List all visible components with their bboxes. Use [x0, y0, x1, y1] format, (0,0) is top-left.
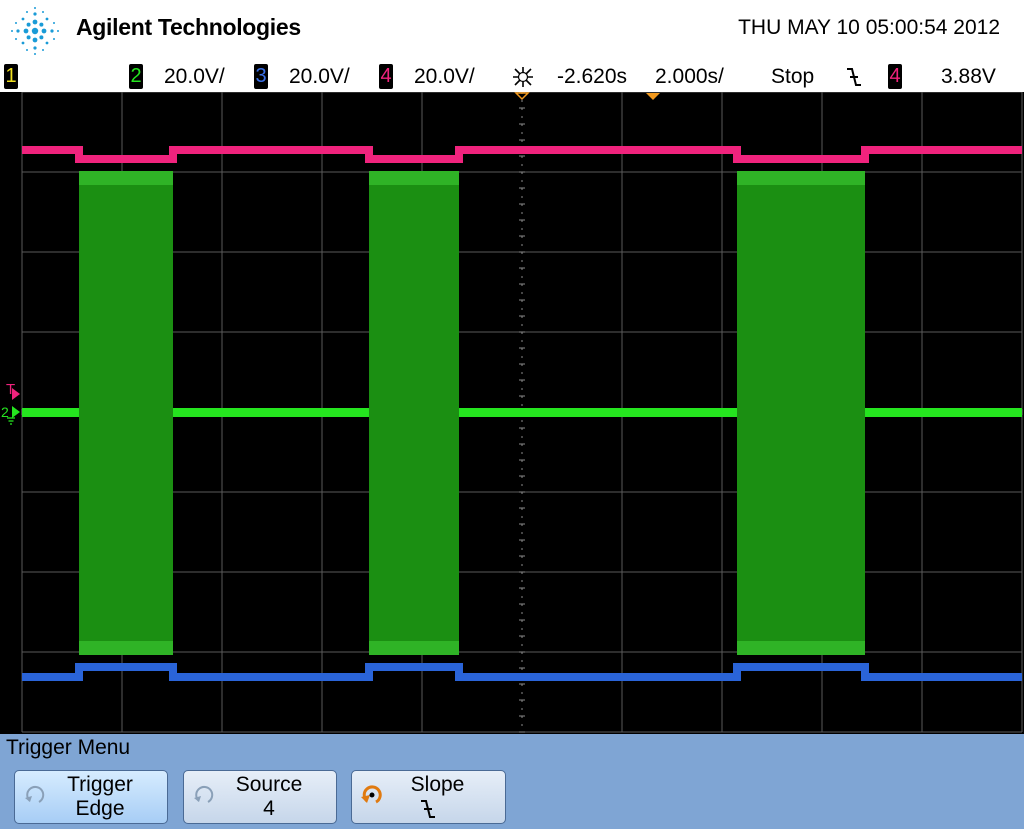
softkey-value: 4 [263, 797, 275, 820]
horizontal-delay: -2.620s [557, 65, 628, 88]
softkey-label: Slope [410, 773, 465, 796]
delay-marker [646, 93, 660, 100]
channel-1-indicator[interactable]: 1 [4, 64, 18, 89]
channel-3-scale: 20.0V/ [289, 65, 350, 88]
trigger-source-indicator: 4 [888, 64, 902, 89]
source-softkey[interactable]: Source 4 [183, 770, 337, 824]
channel-3-indicator[interactable]: 3 [254, 64, 268, 89]
falling-edge-icon [847, 68, 861, 86]
softkey-value: Edge [75, 797, 125, 820]
falling-edge-icon [421, 800, 435, 818]
trigger-level-marker [12, 388, 20, 400]
status-bar: 1 2 20.0V/ 3 20.0V/ 4 20.0V/ -2.620s 2.0… [0, 62, 1024, 92]
softkey-label: Trigger [67, 773, 133, 796]
ch2-burst-3 [737, 171, 865, 655]
ch2-burst-2 [369, 171, 459, 655]
run-state: Stop [771, 65, 815, 88]
channel-2-scale: 20.0V/ [164, 65, 225, 88]
softkey-label: Source [235, 773, 303, 796]
delay-knob-icon [513, 67, 533, 87]
channel-2-indicator[interactable]: 2 [129, 64, 143, 89]
waveform-display[interactable]: T 2 [0, 92, 1024, 734]
softkey-menu: Trigger Menu Trigger Edge Source 4 Slope [0, 734, 1024, 829]
menu-title: Trigger Menu [6, 736, 131, 759]
header: Agilent Technologies THU MAY 10 05:00:54… [0, 0, 1024, 62]
channel-4-scale: 20.0V/ [414, 65, 475, 88]
graticule: T 2 [1, 92, 1023, 733]
timebase-scale: 2.000s/ [655, 65, 724, 88]
trigger-mode-softkey[interactable]: Trigger Edge [14, 770, 168, 824]
trigger-level: 3.88V [941, 65, 996, 88]
channel-4-indicator[interactable]: 4 [379, 64, 393, 89]
ch2-ground-marker [12, 406, 20, 418]
brand-name: Agilent Technologies [76, 14, 301, 40]
date-time: THU MAY 10 05:00:54 2012 [738, 16, 1000, 39]
agilent-spark-logo-icon [11, 7, 59, 55]
slope-softkey[interactable]: Slope [351, 770, 506, 824]
ch2-burst-1 [79, 171, 173, 655]
